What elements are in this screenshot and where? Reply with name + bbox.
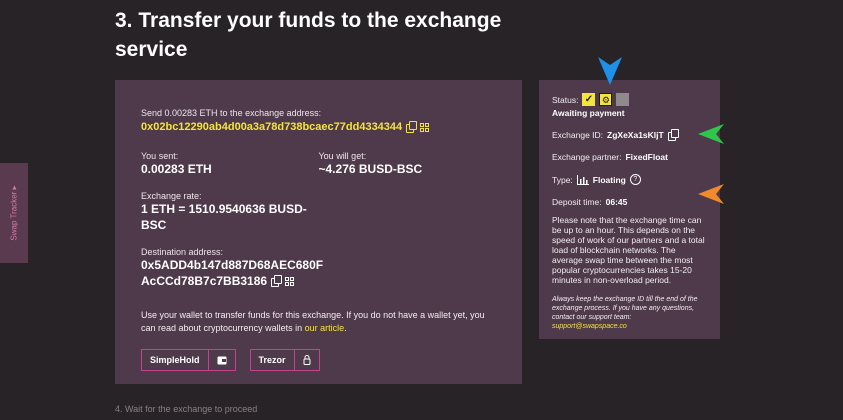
exchange-rate-value-line1: 1 ETH = 1510.9540636 BUSD-	[141, 202, 307, 216]
blue-arrow-icon	[598, 57, 622, 85]
swap-tracker-label: Swap Tracker ▸	[9, 185, 19, 241]
exchange-address-row: 0x02bc12290ab4d00a3a78d738bcaec77dd43343…	[141, 121, 496, 133]
trezor-button[interactable]: Trezor	[249, 349, 320, 371]
pending-step-icon	[616, 93, 630, 106]
support-note-text: Always keep the exchange ID till the end…	[552, 296, 698, 321]
wallet-note: Use your wallet to transfer funds for th…	[141, 309, 501, 335]
checkmark-icon: ✓	[582, 93, 596, 106]
status-state: Awaiting payment	[552, 108, 625, 118]
next-step-label: 4. Wait for the exchange to proceed	[115, 404, 258, 414]
info-paragraph: Please note that the exchange time can b…	[552, 215, 705, 285]
wallet-icon	[217, 356, 227, 364]
destination-label: Destination address:	[141, 247, 224, 257]
exchange-rate-label: Exchange rate:	[141, 191, 202, 201]
partner-row: Exchange partner: FixedFloat	[552, 152, 707, 162]
simplehold-button[interactable]: SimpleHold	[141, 349, 236, 371]
destination-address-row: AcCCd78B7c7BB3186	[141, 273, 496, 289]
copy-icon[interactable]	[667, 129, 679, 141]
type-row: Type: Floating ?	[552, 174, 707, 185]
loading-icon: ⚙	[599, 93, 613, 106]
qr-code-icon[interactable]	[420, 122, 430, 132]
you-sent-value: 0.00283 ETH	[141, 162, 212, 176]
deposit-time: 06:45	[605, 197, 628, 207]
exchange-rate-value-line2: BSC	[141, 218, 167, 232]
transfer-card: Send 0.00283 ETH to the exchange address…	[115, 80, 522, 384]
send-instruction: Send 0.00283 ETH to the exchange address…	[141, 108, 322, 118]
status-row: Status: ✓ ⚙	[552, 93, 707, 106]
green-arrow-icon	[698, 124, 724, 144]
status-label: Status:	[552, 94, 579, 105]
trezor-label: Trezor	[258, 355, 286, 365]
orange-arrow-icon	[698, 184, 724, 204]
exchange-address[interactable]: 0x02bc12290ab4d00a3a78d738bcaec77dd43343…	[141, 121, 402, 133]
page-title: 3. Transfer your funds to the exchange s…	[115, 9, 502, 61]
you-sent-block: You sent: 0.00283 ETH	[141, 151, 319, 177]
simplehold-label: SimpleHold	[150, 355, 200, 365]
you-get-value: ~4.276 BUSD-BSC	[318, 162, 423, 176]
deposit-label: Deposit time:	[552, 197, 602, 207]
swap-tracker-tab[interactable]: Swap Tracker ▸	[0, 163, 28, 263]
support-note: Always keep the exchange ID till the end…	[552, 295, 707, 331]
qr-code-icon[interactable]	[285, 276, 295, 286]
deposit-row: Deposit time: 06:45	[552, 197, 707, 207]
article-link[interactable]: our article	[305, 323, 345, 333]
chart-icon	[576, 174, 589, 185]
copy-icon[interactable]	[406, 121, 418, 133]
exchange-id-label: Exchange ID:	[552, 130, 604, 140]
destination-address-line1: 0x5ADD4b147d887D68AEC680F	[141, 258, 324, 272]
you-sent-label: You sent:	[141, 151, 179, 161]
exchange-id-row: Exchange ID: ZgXeXa1sKljT	[552, 129, 707, 141]
partner-label: Exchange partner:	[552, 152, 622, 162]
partner-value: FixedFloat	[625, 152, 668, 162]
type-value: Floating	[592, 174, 626, 185]
type-label: Type:	[552, 174, 573, 185]
copy-icon[interactable]	[271, 275, 283, 287]
status-card: Status: ✓ ⚙ Awaiting payment Exchange ID…	[539, 80, 720, 339]
divider	[207, 350, 209, 370]
support-email-link[interactable]: support@swapspace.co	[552, 323, 627, 330]
destination-address-line2: AcCCd78B7c7BB3186	[141, 274, 268, 288]
lock-icon	[303, 355, 311, 365]
you-get-label: You will get:	[318, 151, 367, 161]
exchange-id-value[interactable]: ZgXeXa1sKljT	[607, 130, 664, 140]
help-icon[interactable]: ?	[629, 174, 641, 185]
you-get-block: You will get: ~4.276 BUSD-BSC	[319, 151, 497, 177]
wallet-buttons: SimpleHold Trezor	[141, 349, 496, 371]
wallet-note-end: .	[344, 323, 347, 333]
divider	[293, 350, 295, 370]
